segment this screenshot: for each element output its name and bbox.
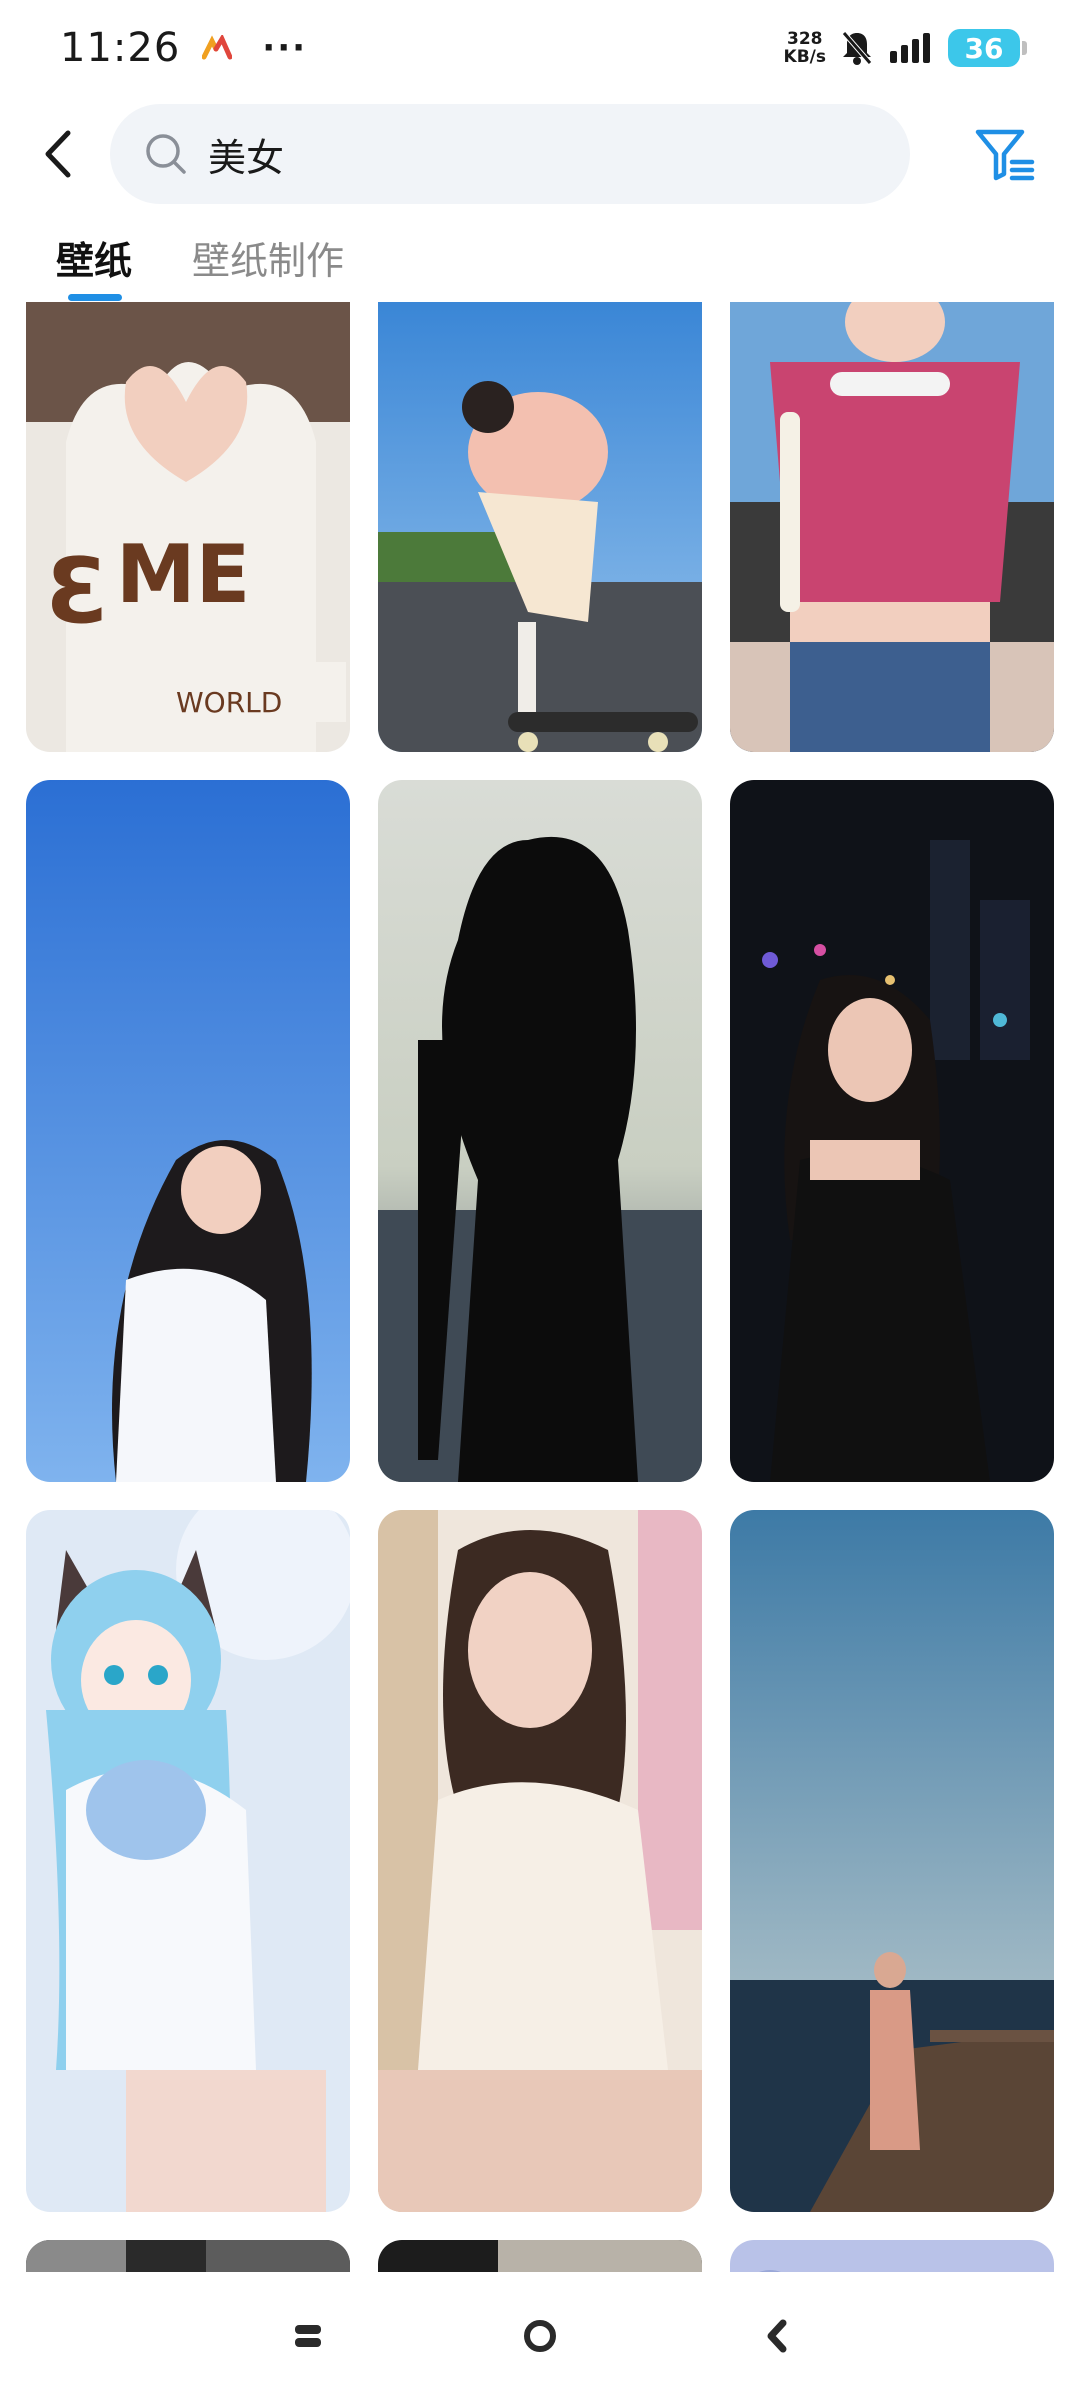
more-notifications-indicator: ··· (262, 28, 308, 68)
home-button[interactable] (512, 2308, 568, 2364)
wallpaper-night-city-girl[interactable] (730, 780, 1054, 1482)
wallpaper-silhouette-girl[interactable] (378, 780, 702, 1482)
wallpaper-sea-pier-girl[interactable] (730, 1510, 1054, 2212)
battery-indicator: 36 (948, 29, 1027, 67)
search-icon (146, 134, 186, 174)
nav-back-button[interactable] (748, 2308, 804, 2364)
tab-bar: 壁纸 壁纸制作 (0, 220, 1080, 301)
wallpaper-skateboard-girl[interactable] (378, 302, 702, 752)
tab-wallpaper-making[interactable]: 壁纸制作 (192, 230, 344, 285)
status-bar: 11:26 ··· 328 KB/s 36 (0, 0, 1080, 96)
search-query: 美女 (208, 135, 285, 180)
back-button[interactable] (28, 124, 88, 184)
home-icon (524, 2320, 556, 2352)
wallpaper-partial-2[interactable] (378, 2240, 702, 2272)
wallpaper-partial-3[interactable] (730, 2240, 1054, 2272)
status-right-group: 328 KB/s 36 (784, 29, 1027, 67)
search-header: 美女 (0, 104, 1080, 204)
filter-icon (975, 129, 1035, 181)
svg-text:Ɛ: Ɛ (46, 539, 109, 644)
battery-level: 36 (964, 31, 1004, 65)
wallpaper-partial-1[interactable] (26, 2240, 350, 2272)
svg-text:WORLD: WORLD (176, 686, 282, 719)
back-arrow-icon (45, 130, 71, 178)
svg-text:ME: ME (116, 528, 250, 621)
search-input[interactable]: 美女 (110, 104, 910, 204)
network-speed-value: 328 (787, 29, 823, 49)
network-speed: 328 KB/s (784, 30, 826, 66)
filter-button[interactable] (972, 122, 1038, 188)
wallpaper-blue-sky-girl[interactable] (26, 780, 350, 1482)
status-time: 11:26 (60, 25, 181, 71)
wallpaper-grid: Ɛ ME WORLD (0, 302, 1080, 2272)
system-navigation-bar (0, 2272, 1080, 2400)
wallpaper-white-dress-girl[interactable] (378, 1510, 702, 2212)
wallpaper-heart-hands[interactable]: Ɛ ME WORLD (26, 302, 350, 752)
app-notification-icon (202, 35, 233, 60)
nav-back-icon (767, 2319, 787, 2353)
recents-icon (295, 2325, 321, 2347)
wallpaper-pink-top-girl[interactable] (730, 302, 1054, 752)
tab-wallpaper[interactable]: 壁纸 (56, 230, 132, 285)
signal-icon (890, 33, 930, 63)
recents-button[interactable] (280, 2308, 336, 2364)
network-speed-unit: KB/s (783, 47, 826, 67)
wallpaper-anime-cat-girl[interactable] (26, 1510, 350, 2212)
mute-bell-icon (842, 31, 872, 65)
active-tab-indicator (68, 294, 122, 301)
